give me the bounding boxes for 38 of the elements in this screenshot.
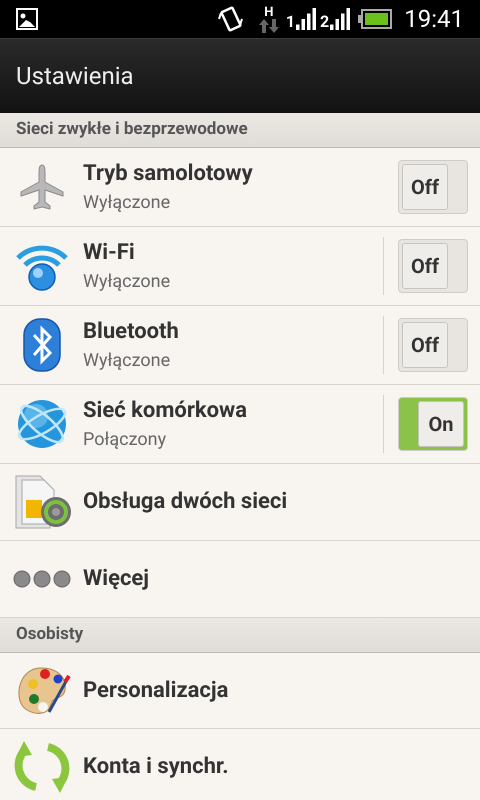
toggle-switch[interactable]: On (398, 397, 468, 451)
settings-row[interactable]: Tryb samolotowy Wyłączone Off (0, 148, 480, 227)
row-title: Personalizacja (83, 676, 230, 704)
signal-icon (330, 8, 352, 30)
settings-row[interactable]: Personalizacja (0, 653, 480, 729)
row-title: Tryb samolotowy (83, 160, 254, 188)
sim-label: 2 (320, 14, 330, 30)
row-title: Wi-Fi (83, 239, 136, 266)
signal-icon (296, 8, 318, 30)
section-header: Osobisty (0, 618, 480, 653)
settings-row[interactable]: Konta i synchr. (0, 729, 480, 800)
sim-label: 1 (286, 14, 296, 30)
toggle-switch[interactable]: Off (398, 239, 468, 293)
settings-row[interactable]: Wi-Fi Wyłączone Off (0, 227, 480, 306)
clock: 19:41 (404, 4, 464, 35)
row-title: Konta i synchr. (83, 752, 230, 780)
row-title: Więcej (83, 565, 150, 593)
data-arrows-icon (258, 18, 280, 32)
toggle-switch[interactable]: Off (398, 318, 468, 372)
battery-icon (358, 9, 392, 29)
vibrate-icon (218, 5, 244, 33)
dots-icon (12, 570, 70, 588)
row-title: Sieć komórkowa (83, 397, 248, 424)
row-subtitle: Wyłączone (83, 350, 172, 372)
row-title: Bluetooth (83, 318, 180, 346)
screen-title: Ustawienia (16, 61, 134, 92)
row-subtitle: Połączony (83, 428, 168, 451)
toggle-switch[interactable]: Off (398, 160, 468, 214)
settings-row[interactable]: Sieć komórkowa Połączony On (0, 385, 480, 464)
row-title: Obsługa dwóch sieci (83, 488, 288, 516)
settings-row[interactable]: Obsługa dwóch sieci (0, 464, 480, 541)
sync-icon (14, 738, 70, 794)
row-subtitle: Wyłączone (83, 270, 172, 293)
network-type-label: H (264, 6, 274, 18)
settings-row[interactable]: Bluetooth Wyłączone Off (0, 306, 480, 385)
image-icon (16, 8, 38, 30)
row-subtitle: Wyłączone (83, 192, 172, 214)
section-header: Sieci zwykłe i bezprzewodowe (0, 113, 480, 148)
